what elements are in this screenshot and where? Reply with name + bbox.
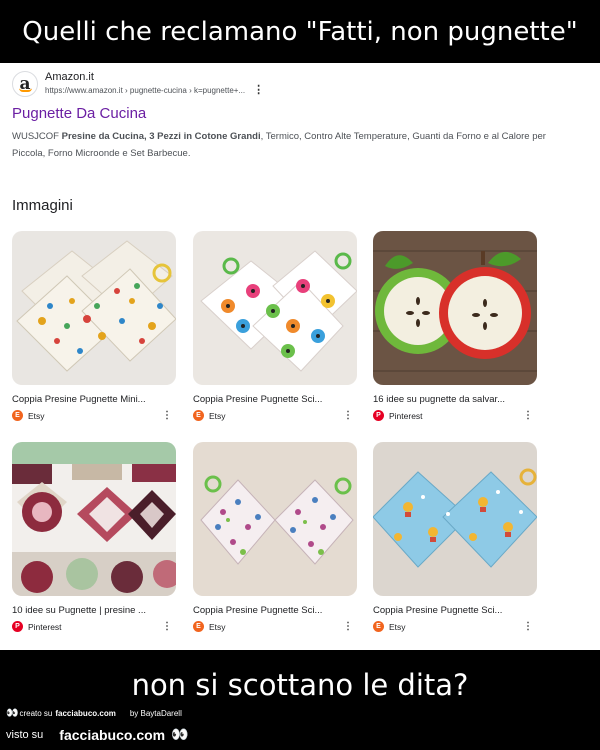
top-caption: Quelli che reclamano "Fatti, non pugnett… — [0, 0, 600, 63]
credit-author: by BaytaDarell — [129, 709, 182, 718]
image-source[interactable]: Etsy — [209, 622, 226, 632]
image-card[interactable]: 16 idee su pugnette da salvar... P Pinte… — [373, 231, 537, 421]
image-caption[interactable]: Coppia Presine Pugnette Sci... — [193, 605, 357, 616]
image-thumbnail[interactable] — [193, 442, 357, 596]
etsy-icon: E — [193, 410, 204, 421]
image-card[interactable]: 10 idee su Pugnette | presine ... P Pint… — [12, 442, 176, 632]
image-caption[interactable]: 16 idee su pugnette da salvar... — [373, 394, 537, 405]
image-caption[interactable]: Coppia Presine Pugnette Sci... — [193, 394, 357, 405]
image-source[interactable]: Pinterest — [389, 411, 423, 421]
image-thumbnail[interactable] — [12, 442, 176, 596]
image-source[interactable]: Etsy — [209, 411, 226, 421]
image-caption[interactable]: 10 idee su Pugnette | presine ... — [12, 605, 176, 616]
facciabuco-eyes-icon: 👀 — [6, 708, 19, 719]
result-url: https://www.amazon.it › pugnette-cucina … — [45, 86, 246, 95]
pinterest-icon: P — [12, 621, 23, 632]
etsy-icon: E — [12, 410, 23, 421]
image-source[interactable]: Etsy — [389, 622, 406, 632]
more-options-icon[interactable]: ⋮ — [343, 621, 353, 632]
more-options-icon[interactable]: ⋮ — [523, 621, 533, 632]
more-options-icon[interactable]: ⋮ — [523, 410, 533, 421]
result-description: WUSJCOF Presine da Cucina, 3 Pezzi in Co… — [12, 131, 546, 159]
credit-line: 👀 creato su facciabuco.com by BaytaDarel… — [6, 708, 182, 719]
image-thumbnail[interactable] — [193, 231, 357, 385]
search-screenshot: a Amazon.it https://www.amazon.it › pugn… — [0, 63, 600, 650]
more-options-icon[interactable]: ⋮ — [162, 410, 172, 421]
image-card[interactable]: Coppia Presine Pugnette Sci... E Etsy ⋮ — [193, 442, 357, 632]
image-card[interactable]: Coppia Presine Pugnette Sci... E Etsy ⋮ — [193, 231, 357, 421]
credit-site[interactable]: facciabuco.com — [55, 709, 115, 718]
images-heading: Immagini — [12, 197, 73, 214]
more-options-icon[interactable]: ⋮ — [162, 621, 172, 632]
image-source[interactable]: Etsy — [28, 411, 45, 421]
result-site-row[interactable]: a Amazon.it https://www.amazon.it › pugn… — [12, 71, 582, 97]
search-result: a Amazon.it https://www.amazon.it › pugn… — [12, 71, 582, 162]
image-caption[interactable]: Coppia Presine Pugnette Mini... — [12, 394, 176, 405]
image-thumbnail[interactable] — [12, 231, 176, 385]
result-site-name: Amazon.it — [45, 71, 94, 83]
amazon-logo-icon: a — [12, 71, 38, 97]
result-title-link[interactable]: Pugnette Da Cucina — [12, 105, 582, 122]
image-card[interactable]: Coppia Presine Pugnette Sci... E Etsy ⋮ — [373, 442, 537, 632]
more-options-icon[interactable]: ⋮ — [343, 410, 353, 421]
etsy-icon: E — [373, 621, 384, 632]
pinterest-icon: P — [373, 410, 384, 421]
image-card[interactable]: Coppia Presine Pugnette Mini... E Etsy ⋮ — [12, 231, 176, 421]
image-thumbnail[interactable] — [373, 231, 537, 385]
visto-line: visto su facciabuco.com 👀 — [6, 726, 189, 743]
etsy-icon: E — [193, 621, 204, 632]
facciabuco-eyes-icon: 👀 — [171, 726, 188, 742]
image-caption[interactable]: Coppia Presine Pugnette Sci... — [373, 605, 537, 616]
more-options-icon[interactable]: ⋮ — [253, 84, 264, 97]
visto-site[interactable]: facciabuco.com — [59, 727, 165, 743]
image-thumbnail[interactable] — [373, 442, 537, 596]
image-source[interactable]: Pinterest — [28, 622, 62, 632]
